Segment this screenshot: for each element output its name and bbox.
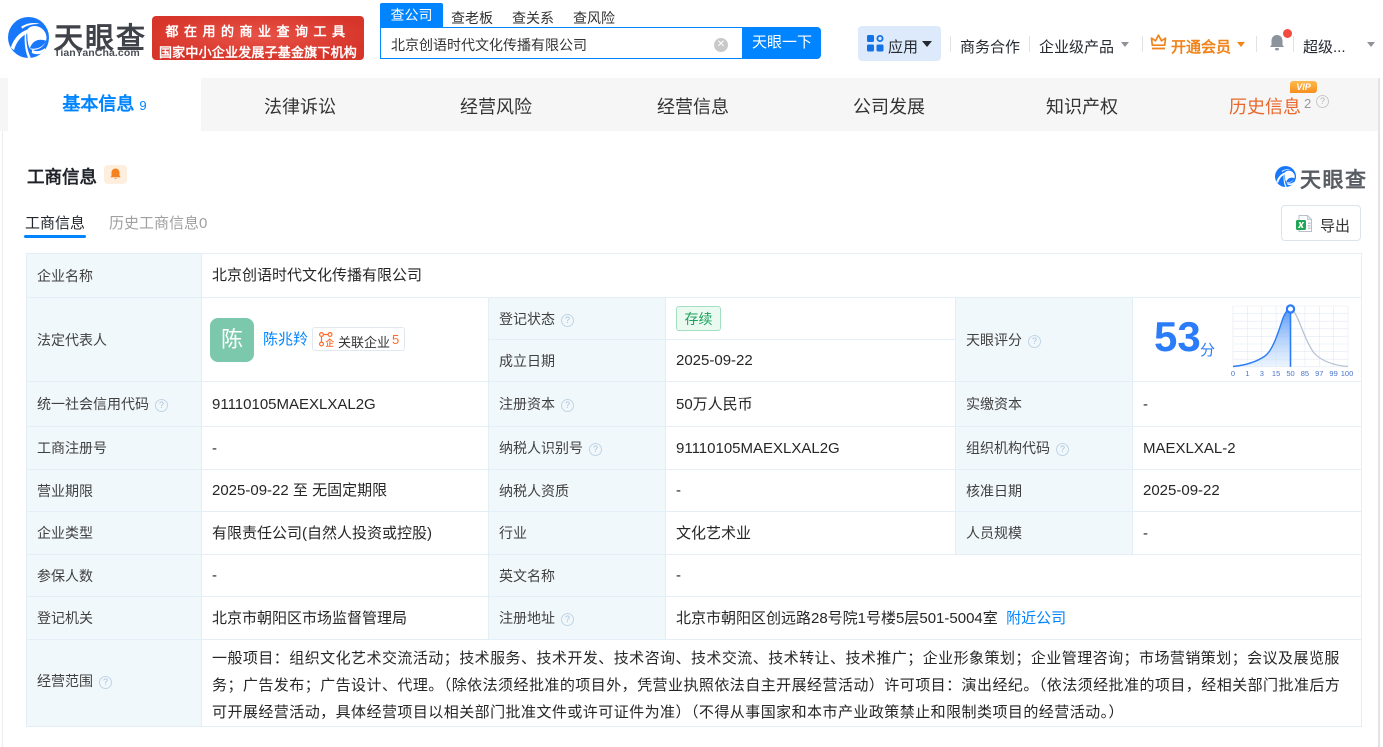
svg-text:3: 3 [1260,369,1264,378]
svg-text:97: 97 [1315,369,1323,378]
svg-text:15: 15 [1272,369,1280,378]
svg-text:99: 99 [1329,369,1337,378]
svg-text:1: 1 [1245,369,1249,378]
svg-text:50: 50 [1286,369,1294,378]
svg-text:85: 85 [1301,369,1309,378]
svg-text:0: 0 [1231,369,1235,378]
svg-text:100: 100 [1341,369,1354,378]
svg-text:企: 企 [325,338,335,347]
